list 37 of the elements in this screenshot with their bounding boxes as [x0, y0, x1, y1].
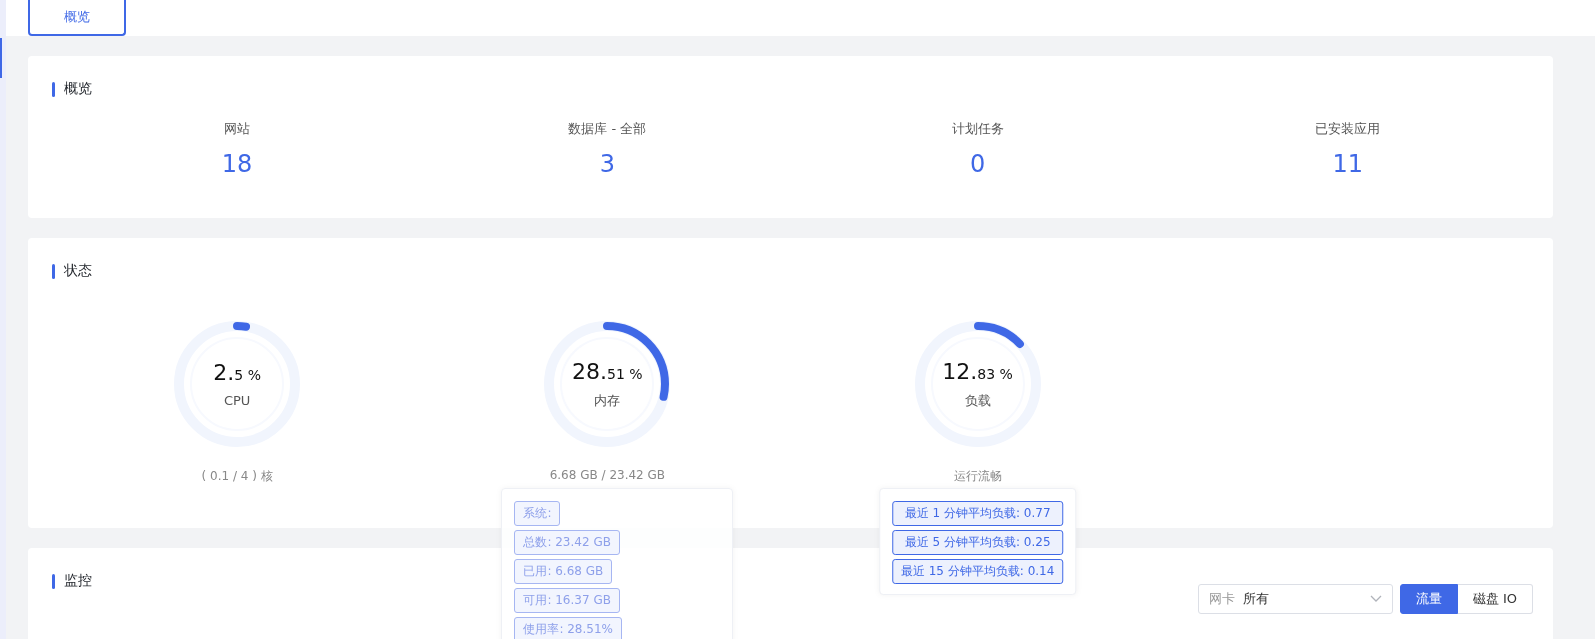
gauge-value: 28.51 % [572, 358, 643, 384]
tooltip-tag: 最近 15 分钟平均负载: 0.14 [891, 559, 1064, 584]
title-marker [52, 573, 55, 589]
mode-button[interactable]: 磁盘 IO [1457, 584, 1533, 614]
tooltip-tag: 系统: [514, 501, 561, 526]
gauge-value: 12.83 % [942, 358, 1013, 384]
section-title: 状态 [64, 262, 92, 280]
tooltip-tag: 可用: 16.37 GB [514, 588, 620, 613]
mode-button[interactable]: 流量 [1399, 584, 1458, 614]
stat-label: 计划任务 [951, 120, 1004, 138]
stat-label: 已安装应用 [1315, 120, 1381, 138]
section-title: 监控 [64, 572, 92, 590]
gauge-detail: 6.68 GB / 23.42 GB [549, 468, 666, 482]
stat-label: 网站 [224, 120, 251, 138]
tooltip-tag: 使用率: 28.51% [514, 617, 622, 639]
title-marker [52, 263, 55, 279]
tooltip-tag: 最近 1 分钟平均负载: 0.77 [891, 501, 1064, 526]
stat-value[interactable]: 18 [221, 150, 253, 178]
gauge-value: 2.5 % [213, 360, 261, 385]
gauge-label: CPU [223, 393, 251, 408]
gauge-label: 内存 [594, 391, 621, 410]
gauge-detail: 运行流畅 [953, 468, 1002, 485]
gauge-detail: ( 0.1 / 4 ) 核 [201, 468, 273, 485]
tab[interactable]: 概览 [28, 0, 126, 36]
network-select[interactable]: 网卡 所有 [1197, 584, 1393, 614]
gauge-label: 负载 [964, 391, 991, 410]
sidebar-indicator [0, 38, 2, 78]
chevron-down-icon [1369, 595, 1382, 603]
stat-value[interactable]: 3 [599, 150, 615, 178]
section-title: 概览 [64, 80, 92, 98]
tooltip-tag: 总数: 23.42 GB [514, 530, 620, 555]
tooltip-tag: 已用: 6.68 GB [514, 559, 613, 584]
stat-value[interactable]: 0 [970, 150, 986, 178]
stat-label: 数据库 - 全部 [568, 120, 647, 138]
tooltip-tag: 最近 5 分钟平均负载: 0.25 [891, 530, 1064, 555]
title-marker [52, 81, 55, 97]
stat-value[interactable]: 11 [1332, 150, 1364, 178]
